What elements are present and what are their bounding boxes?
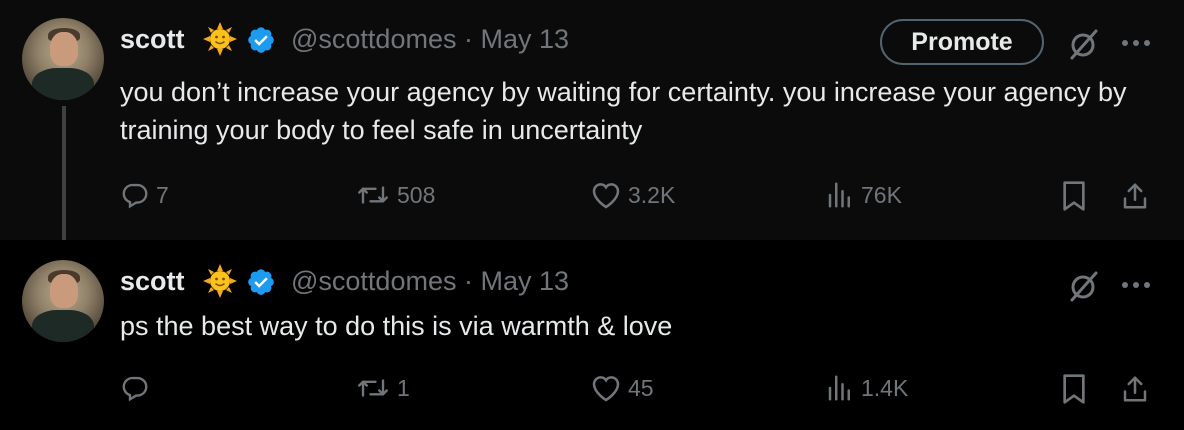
more-options-icon[interactable] xyxy=(1120,280,1152,290)
share-icon[interactable] xyxy=(1120,373,1150,405)
sun-with-face-icon xyxy=(203,264,237,298)
timestamp[interactable]: May 13 xyxy=(481,24,570,54)
display-name[interactable]: scott xyxy=(120,266,185,297)
view-count: 1.4K xyxy=(861,374,909,401)
avatar[interactable] xyxy=(22,260,104,342)
share-icon[interactable] xyxy=(1120,180,1150,212)
reply-icon xyxy=(122,376,148,402)
more-options-icon[interactable] xyxy=(1120,38,1152,48)
timestamp[interactable]: May 13 xyxy=(481,266,570,296)
handle-date[interactable]: @scottdomes · May 13 xyxy=(291,266,569,297)
analytics-icon xyxy=(828,375,850,401)
heart-icon xyxy=(592,376,620,402)
display-name[interactable]: scott xyxy=(120,24,185,55)
reply-icon xyxy=(122,183,148,209)
reply-button[interactable] xyxy=(120,373,156,403)
like-button[interactable]: 3.2K xyxy=(590,180,675,210)
tweet-text: ps the best way to do this is via warmth… xyxy=(120,311,673,341)
tweet-text: you don’t increase your agency by waitin… xyxy=(120,77,1127,145)
views-button[interactable]: 1.4K xyxy=(825,373,908,403)
reply-count: 7 xyxy=(156,181,169,208)
handle[interactable]: @scottdomes xyxy=(291,266,456,296)
reply-button[interactable]: 7 xyxy=(120,180,169,210)
view-count: 76K xyxy=(861,181,902,208)
promote-button[interactable]: Promote xyxy=(880,19,1044,65)
separator: · xyxy=(463,266,473,296)
like-button[interactable]: 45 xyxy=(590,373,654,403)
handle-date[interactable]: @scottdomes · May 13 xyxy=(291,24,569,55)
repost-count: 1 xyxy=(397,374,410,401)
avatar[interactable] xyxy=(22,18,104,100)
repost-button[interactable]: 508 xyxy=(355,180,435,210)
tweet[interactable]: scott @scottdomes · May 13 Promote you d… xyxy=(0,0,1184,250)
repost-icon xyxy=(358,186,388,204)
views-button[interactable]: 76K xyxy=(825,180,902,210)
grok-icon[interactable] xyxy=(1067,269,1101,303)
like-count: 3.2K xyxy=(628,181,676,208)
handle[interactable]: @scottdomes xyxy=(291,24,456,54)
verified-badge-icon[interactable] xyxy=(246,25,276,55)
like-count: 45 xyxy=(628,374,654,401)
repost-icon xyxy=(358,379,388,397)
repost-button[interactable]: 1 xyxy=(355,373,410,403)
grok-icon[interactable] xyxy=(1067,27,1101,61)
verified-badge-icon[interactable] xyxy=(246,267,276,297)
heart-icon xyxy=(592,183,620,209)
separator: · xyxy=(463,24,473,54)
repost-count: 508 xyxy=(397,181,436,208)
bookmark-icon[interactable] xyxy=(1060,180,1088,212)
thread-connector xyxy=(62,106,66,250)
bookmark-icon[interactable] xyxy=(1060,373,1088,405)
tweet[interactable]: scott @scottdomes · May 13 ps the best w… xyxy=(0,240,1184,430)
sun-with-face-icon xyxy=(203,22,237,56)
analytics-icon xyxy=(828,182,850,208)
